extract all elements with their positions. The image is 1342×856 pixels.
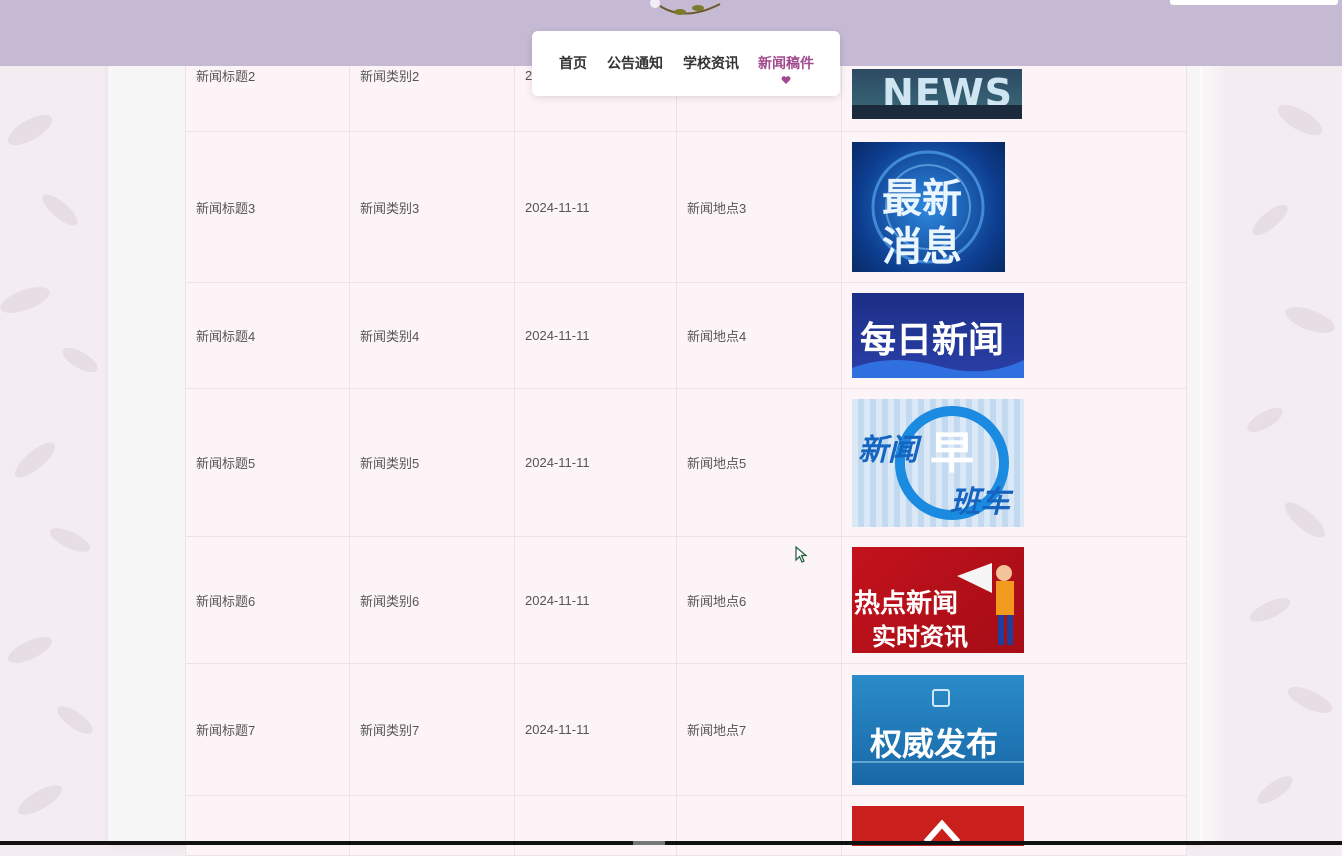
news-title-cell: 新闻标题3	[185, 131, 350, 283]
nav-item-school-news[interactable]: 学校资讯	[683, 53, 739, 73]
news-table: 新闻标题2 新闻类别2 2 NEWS 新闻标题3 新闻类别3 2024-11-1…	[185, 0, 1187, 856]
news-category-cell: 新闻类别5	[349, 388, 515, 537]
news-location-cell: 新闻地点4	[676, 282, 842, 389]
news-date-cell: 2024-11-11	[514, 663, 677, 796]
table-row	[185, 795, 1187, 856]
news-image[interactable]: 最新 消息	[852, 142, 1005, 272]
news-image-text: 消息	[882, 225, 962, 269]
news-image-text: 热点新闻	[854, 588, 959, 618]
news-image-text: 权威发布	[870, 725, 999, 762]
table-row: 新闻标题6 新闻类别6 2024-11-11 新闻地点6 热点新闻 实时资讯	[185, 536, 1187, 664]
news-image[interactable]: 权威发布	[852, 674, 1024, 785]
mouse-cursor-icon	[795, 546, 808, 563]
news-image-cell: 热点新闻 实时资讯	[841, 536, 1187, 664]
news-date-cell: 2024-11-11	[514, 388, 677, 537]
news-image[interactable]: 热点新闻 实时资讯	[852, 547, 1024, 653]
news-image-cell	[841, 795, 1187, 856]
taskbar	[0, 841, 1342, 845]
news-date-cell	[514, 795, 677, 856]
nav-item-home[interactable]: 首页	[559, 53, 587, 73]
news-image-cell: 最新 消息	[841, 131, 1187, 283]
nav-item-notices[interactable]: 公告通知	[607, 53, 663, 73]
news-category-cell: 新闻类别6	[349, 536, 515, 664]
news-image-text: 早	[930, 428, 974, 478]
news-image-text: 每日新闻	[860, 319, 1005, 360]
search-box[interactable]	[1170, 0, 1338, 5]
news-location-cell: 新闻地点3	[676, 131, 842, 283]
news-image[interactable]	[852, 806, 1024, 846]
news-category-cell: 新闻类别4	[349, 282, 515, 389]
news-image-cell: 新闻 早 班车	[841, 388, 1187, 537]
main-nav: 首页 公告通知 学校资讯 新闻稿件	[532, 31, 840, 96]
news-image-cell: 每日新闻	[841, 282, 1187, 389]
news-location-cell	[676, 795, 842, 856]
taskbar-indicator	[633, 841, 665, 845]
news-title-cell: 新闻标题5	[185, 388, 350, 537]
news-location-cell: 新闻地点6	[676, 536, 842, 664]
news-date-cell: 2024-11-11	[514, 131, 677, 283]
news-category-cell: 新闻类别3	[349, 131, 515, 283]
news-title-cell: 新闻标题6	[185, 536, 350, 664]
nav-item-news-articles[interactable]: 新闻稿件	[758, 53, 814, 73]
news-title-cell: 新闻标题7	[185, 663, 350, 796]
heart-icon	[781, 76, 791, 84]
news-title-cell	[185, 795, 350, 856]
news-image-text: 新闻	[858, 433, 918, 467]
news-image[interactable]: 新闻 早 班车	[852, 398, 1024, 527]
table-row: 新闻标题3 新闻类别3 2024-11-11 新闻地点3 最新 消息	[185, 131, 1187, 283]
news-image[interactable]: NEWS	[852, 69, 1022, 119]
panel-shadow	[1200, 66, 1230, 845]
news-category-cell: 新闻类别7	[349, 663, 515, 796]
floral-ornament-icon	[650, 0, 721, 15]
news-image-text: 实时资讯	[872, 624, 968, 651]
table-row: 新闻标题5 新闻类别5 2024-11-11 新闻地点5 新闻 早 班车	[185, 388, 1187, 537]
news-category-cell	[349, 795, 515, 856]
table-row: 新闻标题4 新闻类别4 2024-11-11 新闻地点4 每日新闻	[185, 282, 1187, 389]
news-location-cell: 新闻地点5	[676, 388, 842, 537]
news-title-cell: 新闻标题4	[185, 282, 350, 389]
news-image-text: 班车	[950, 485, 1010, 519]
news-image[interactable]: 每日新闻	[852, 293, 1024, 378]
table-row: 新闻标题7 新闻类别7 2024-11-11 新闻地点7 权威发布	[185, 663, 1187, 796]
news-image-cell: 权威发布	[841, 663, 1187, 796]
news-date-cell: 2024-11-11	[514, 282, 677, 389]
news-location-cell: 新闻地点7	[676, 663, 842, 796]
news-date-cell: 2024-11-11	[514, 536, 677, 664]
